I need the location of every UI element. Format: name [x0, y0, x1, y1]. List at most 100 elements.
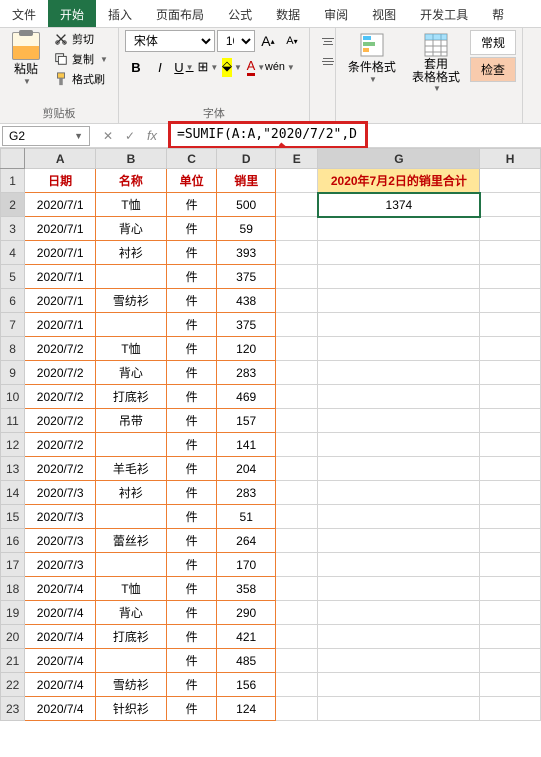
cell-D5[interactable]: 375	[217, 265, 276, 289]
menu-help[interactable]: 帮	[480, 0, 516, 27]
cell-B5[interactable]	[96, 265, 167, 289]
cell-G10[interactable]	[318, 385, 480, 409]
cell-B11[interactable]: 吊带	[96, 409, 167, 433]
font-color-button[interactable]: A▼	[245, 56, 267, 78]
cell-C6[interactable]: 件	[166, 289, 217, 313]
rowhead-2[interactable]: 2	[1, 193, 25, 217]
cell-E11[interactable]	[276, 409, 318, 433]
copy-button[interactable]: 复制▼	[50, 50, 112, 68]
cell-A15[interactable]: 2020/7/3	[25, 505, 96, 529]
cell-B22[interactable]: 雪纺衫	[96, 673, 167, 697]
paste-button[interactable]: 粘贴 ▼	[6, 30, 46, 105]
rowhead-9[interactable]: 9	[1, 361, 25, 385]
cell-B8[interactable]: T恤	[96, 337, 167, 361]
cell-H9[interactable]	[480, 361, 541, 385]
cell-C22[interactable]: 件	[166, 673, 217, 697]
cell-C13[interactable]: 件	[166, 457, 217, 481]
cancel-button[interactable]: ✕	[98, 126, 118, 146]
cell-E9[interactable]	[276, 361, 318, 385]
cell-H4[interactable]	[480, 241, 541, 265]
cell-A16[interactable]: 2020/7/3	[25, 529, 96, 553]
cell-E12[interactable]	[276, 433, 318, 457]
cell-B6[interactable]: 雪纺衫	[96, 289, 167, 313]
cell-B21[interactable]	[96, 649, 167, 673]
rowhead-13[interactable]: 13	[1, 457, 25, 481]
cell-G17[interactable]	[318, 553, 480, 577]
cell-A4[interactable]: 2020/7/1	[25, 241, 96, 265]
menu-file[interactable]: 文件	[0, 0, 48, 27]
cell-H11[interactable]	[480, 409, 541, 433]
name-box[interactable]: G2 ▼	[2, 126, 90, 146]
cell-B17[interactable]	[96, 553, 167, 577]
colhead-H[interactable]: H	[480, 149, 541, 169]
cell-E10[interactable]	[276, 385, 318, 409]
cell-C14[interactable]: 件	[166, 481, 217, 505]
cell-G11[interactable]	[318, 409, 480, 433]
rowhead-5[interactable]: 5	[1, 265, 25, 289]
align-middle-button[interactable]	[318, 52, 338, 70]
cell-E2[interactable]	[276, 193, 318, 217]
cell-C17[interactable]: 件	[166, 553, 217, 577]
rowhead-22[interactable]: 22	[1, 673, 25, 697]
colhead-E[interactable]: E	[276, 149, 318, 169]
cell-H19[interactable]	[480, 601, 541, 625]
phonetic-button[interactable]: wén▼	[269, 56, 291, 78]
cell-D8[interactable]: 120	[217, 337, 276, 361]
menu-formula[interactable]: 公式	[216, 0, 264, 27]
cell-A3[interactable]: 2020/7/1	[25, 217, 96, 241]
cell-B20[interactable]: 打底衫	[96, 625, 167, 649]
cell-A2[interactable]: 2020/7/1	[25, 193, 96, 217]
cell-G7[interactable]	[318, 313, 480, 337]
cell-C4[interactable]: 件	[166, 241, 217, 265]
rowhead-17[interactable]: 17	[1, 553, 25, 577]
conditional-format-button[interactable]: 条件格式▼	[342, 30, 402, 121]
cell-E7[interactable]	[276, 313, 318, 337]
cell-E14[interactable]	[276, 481, 318, 505]
cell-H2[interactable]	[480, 193, 541, 217]
cell-G21[interactable]	[318, 649, 480, 673]
rowhead-11[interactable]: 11	[1, 409, 25, 433]
cell-G2[interactable]: 1374	[318, 193, 480, 217]
cell-H3[interactable]	[480, 217, 541, 241]
cell-G16[interactable]	[318, 529, 480, 553]
cell-style-normal[interactable]: 常规	[470, 30, 516, 55]
rowhead-21[interactable]: 21	[1, 649, 25, 673]
colhead-D[interactable]: D	[217, 149, 276, 169]
cell-H12[interactable]	[480, 433, 541, 457]
cell-G6[interactable]	[318, 289, 480, 313]
font-size-select[interactable]: 10	[217, 30, 255, 52]
format-painter-button[interactable]: 格式刷	[50, 70, 112, 88]
colhead-G[interactable]: G	[318, 149, 480, 169]
menu-view[interactable]: 视图	[360, 0, 408, 27]
cell-B7[interactable]	[96, 313, 167, 337]
cell-G22[interactable]	[318, 673, 480, 697]
cell-B9[interactable]: 背心	[96, 361, 167, 385]
cell-D20[interactable]: 421	[217, 625, 276, 649]
menu-data[interactable]: 数据	[264, 0, 312, 27]
cell-C12[interactable]: 件	[166, 433, 217, 457]
cell-C21[interactable]: 件	[166, 649, 217, 673]
cell-style-check[interactable]: 检查	[470, 57, 516, 82]
rowhead-16[interactable]: 16	[1, 529, 25, 553]
cell-B16[interactable]: 蕾丝衫	[96, 529, 167, 553]
cell-A18[interactable]: 2020/7/4	[25, 577, 96, 601]
cell-A12[interactable]: 2020/7/2	[25, 433, 96, 457]
cell-E4[interactable]	[276, 241, 318, 265]
cell-H5[interactable]	[480, 265, 541, 289]
cell-A20[interactable]: 2020/7/4	[25, 625, 96, 649]
cell-H13[interactable]	[480, 457, 541, 481]
cell-A22[interactable]: 2020/7/4	[25, 673, 96, 697]
cell-E23[interactable]	[276, 697, 318, 721]
cell-C1[interactable]: 单位	[166, 169, 217, 193]
select-all-corner[interactable]	[1, 149, 25, 169]
table-format-button[interactable]: 套用 表格格式▼	[406, 30, 466, 121]
cell-H21[interactable]	[480, 649, 541, 673]
cell-C9[interactable]: 件	[166, 361, 217, 385]
rowhead-20[interactable]: 20	[1, 625, 25, 649]
cell-E15[interactable]	[276, 505, 318, 529]
cell-H23[interactable]	[480, 697, 541, 721]
menu-insert[interactable]: 插入	[96, 0, 144, 27]
rowhead-14[interactable]: 14	[1, 481, 25, 505]
cell-D16[interactable]: 264	[217, 529, 276, 553]
cell-D1[interactable]: 销里	[217, 169, 276, 193]
